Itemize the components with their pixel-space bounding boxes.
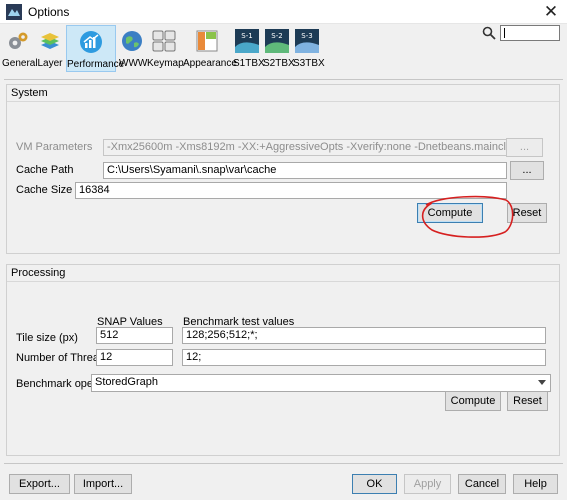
cache-path-field[interactable]: C:\Users\Syamani\.snap\var\cache bbox=[103, 162, 507, 179]
threads-benchmark-field[interactable]: 12; bbox=[182, 349, 546, 366]
close-icon[interactable]: ✕ bbox=[541, 2, 561, 22]
tab-appearance[interactable]: Appearance bbox=[183, 25, 237, 72]
tab-s1tbx[interactable]: S-1 S1TBX bbox=[233, 25, 265, 72]
tab-label: S2TBX bbox=[263, 58, 295, 69]
cache-path-browse-button[interactable]: ... bbox=[510, 161, 544, 180]
window-title: Options bbox=[28, 5, 70, 19]
apply-button: Apply bbox=[404, 474, 451, 494]
tab-label: S1TBX bbox=[233, 58, 265, 69]
tab-keymap[interactable]: Keymap bbox=[147, 25, 184, 72]
s2tbx-icon: S-2 bbox=[265, 29, 289, 53]
tab-s2tbx[interactable]: S-2 S2TBX bbox=[263, 25, 295, 72]
processing-compute-button[interactable]: Compute bbox=[445, 391, 501, 411]
appearance-icon bbox=[196, 30, 218, 52]
chevron-down-icon bbox=[538, 380, 546, 385]
tab-label: Appearance bbox=[183, 58, 237, 69]
tab-label: General bbox=[2, 58, 38, 69]
divider bbox=[4, 79, 563, 80]
performance-chart-icon bbox=[80, 31, 102, 53]
vm-parameters-browse-button: ... bbox=[506, 138, 543, 157]
import-button[interactable]: Import... bbox=[74, 474, 132, 494]
export-button[interactable]: Export... bbox=[9, 474, 70, 494]
tab-general[interactable]: General bbox=[2, 25, 38, 72]
s1tbx-icon: S-1 bbox=[235, 29, 259, 53]
tab-label: S3TBX bbox=[293, 58, 325, 69]
divider bbox=[7, 101, 559, 102]
benchmark-operator-value: StoredGraph bbox=[95, 376, 158, 388]
svg-text:S-1: S-1 bbox=[241, 32, 252, 40]
system-compute-button[interactable]: Compute bbox=[417, 203, 483, 223]
tile-size-label: Tile size (px) bbox=[16, 332, 78, 344]
divider bbox=[4, 463, 563, 464]
globe-icon bbox=[122, 31, 142, 51]
tab-label: Performance bbox=[67, 59, 125, 70]
text-caret bbox=[504, 28, 505, 38]
benchmark-operator-select[interactable]: StoredGraph bbox=[91, 374, 551, 392]
title-bar: Options ✕ bbox=[0, 0, 567, 24]
tab-performance[interactable]: Performance bbox=[66, 25, 125, 72]
section-title-system: System bbox=[11, 87, 48, 99]
gears-icon bbox=[9, 32, 28, 49]
svg-text:S-3: S-3 bbox=[301, 32, 312, 40]
tab-s3tbx[interactable]: S-3 S3TBX bbox=[293, 25, 325, 72]
cache-size-field[interactable]: 16384 bbox=[75, 182, 507, 199]
section-title-processing: Processing bbox=[11, 267, 66, 279]
cache-path-label: Cache Path bbox=[16, 164, 74, 176]
tab-layer[interactable]: Layer bbox=[36, 25, 64, 72]
divider bbox=[7, 281, 559, 282]
tile-size-snap-field[interactable]: 512 bbox=[96, 327, 173, 344]
processing-section: Processing SNAP Values Benchmark test va… bbox=[6, 264, 560, 456]
cancel-button[interactable]: Cancel bbox=[458, 474, 506, 494]
system-reset-button[interactable]: Reset bbox=[507, 203, 547, 223]
layers-icon bbox=[41, 33, 59, 49]
tab-label: WWW bbox=[119, 58, 148, 69]
tab-label: Keymap bbox=[147, 58, 184, 69]
vm-parameters-label: VM Parameters bbox=[16, 141, 93, 153]
system-section: System VM Parameters -Xmx25600m -Xms8192… bbox=[6, 84, 560, 254]
snap-app-icon bbox=[6, 4, 22, 20]
ok-button[interactable]: OK bbox=[352, 474, 397, 494]
tile-size-benchmark-field[interactable]: 128;256;512;*; bbox=[182, 327, 546, 344]
threads-snap-field[interactable]: 12 bbox=[96, 349, 173, 366]
tab-www[interactable]: WWW bbox=[119, 25, 148, 72]
keyboard-icon bbox=[152, 30, 176, 52]
vm-parameters-field: -Xmx25600m -Xms8192m -XX:+AggressiveOpts… bbox=[103, 139, 507, 156]
search-input[interactable] bbox=[500, 25, 560, 41]
processing-reset-button[interactable]: Reset bbox=[507, 391, 548, 411]
tab-label: Layer bbox=[37, 58, 63, 69]
s3tbx-icon: S-3 bbox=[295, 29, 319, 53]
search-icon bbox=[482, 26, 496, 40]
help-button[interactable]: Help bbox=[513, 474, 558, 494]
svg-text:S-2: S-2 bbox=[271, 32, 282, 40]
